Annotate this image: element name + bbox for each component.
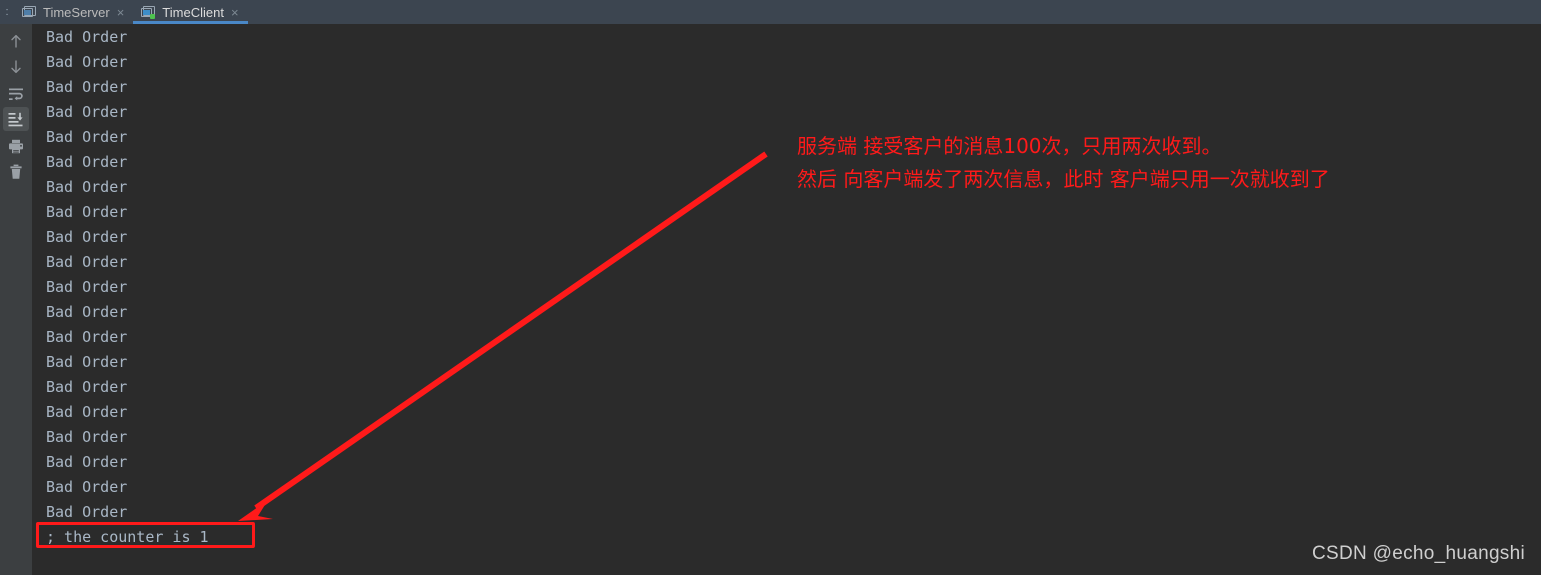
console-line: Bad Order [46,403,128,421]
console-line: Bad Order [46,53,128,71]
console-toolbar [0,24,32,575]
tab-timeclient-label: TimeClient [162,4,224,20]
console-line: Bad Order [46,78,128,96]
console-line: Bad Order [46,153,128,171]
console-line-counter: ; the counter is 1 [46,528,209,546]
console-line: Bad Order [46,228,128,246]
console-line: Bad Order [46,178,128,196]
console-line: Bad Order [46,303,128,321]
console-line: Bad Order [46,128,128,146]
console-line: Bad Order [46,503,128,521]
console-line: Bad Order [46,103,128,121]
scroll-to-end-icon[interactable] [3,107,29,131]
tab-timeserver-close-icon[interactable]: × [117,6,125,19]
console-output-panel[interactable]: Bad Order Bad Order Bad Order Bad Order Bad … [33,24,1541,575]
console-line: Bad Order [46,378,128,396]
console-line: Bad Order [46,253,128,271]
trash-icon[interactable] [3,160,29,184]
console-line: Bad Order [46,453,128,471]
console-line: Bad Order [46,328,128,346]
console-screen-icon [22,5,37,19]
up-arrow-icon[interactable] [3,29,29,53]
soft-wrap-icon[interactable] [3,82,29,106]
console-screen-running-icon [141,5,156,19]
console-window: : TimeServer × TimeClient × Bad Order Ba… [0,0,1541,575]
down-arrow-icon[interactable] [3,55,29,79]
tabbar-leader: : [5,6,9,18]
console-line: Bad Order [46,478,128,496]
console-line: Bad Order [46,278,128,296]
console-line: Bad Order [46,203,128,221]
tab-timeserver-label: TimeServer [43,4,110,20]
tab-timeserver[interactable]: TimeServer × [14,0,133,24]
console-line: Bad Order [46,428,128,446]
tab-timeclient-close-icon[interactable]: × [231,6,239,19]
console-line: Bad Order [46,353,128,371]
tab-timeclient[interactable]: TimeClient × [133,0,248,24]
print-icon[interactable] [3,134,29,158]
run-tool-window-tabbar: : TimeServer × TimeClient × [0,0,1541,24]
console-line-list: Bad Order Bad Order Bad Order Bad Order Bad … [33,24,209,550]
watermark: CSDN @echo_huangshi [1312,543,1525,564]
console-line: Bad Order [46,28,128,46]
running-indicator-dot [150,13,156,19]
